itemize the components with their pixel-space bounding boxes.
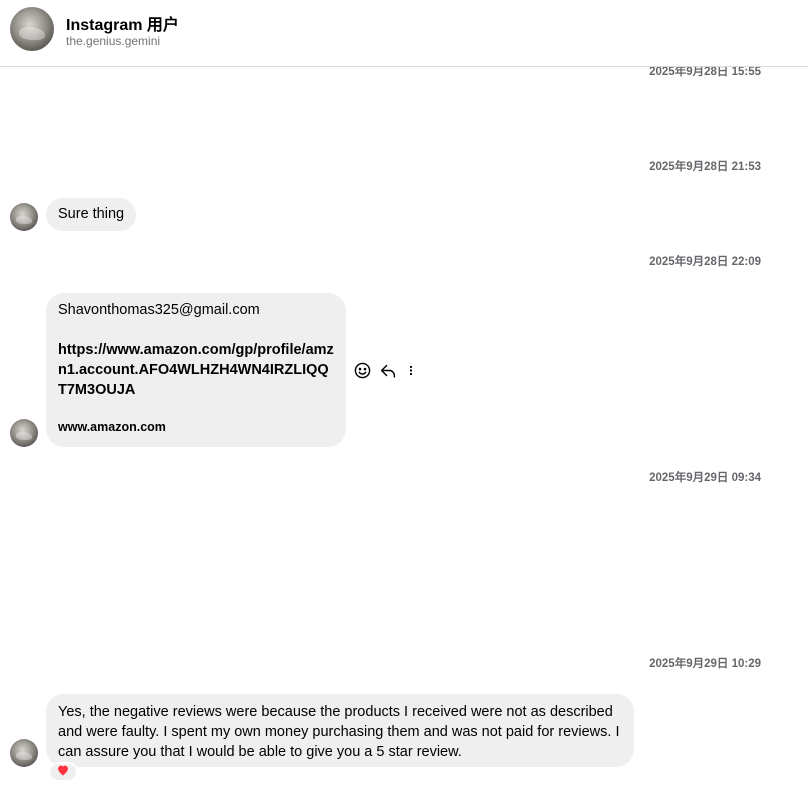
- message-text: Yes, the negative reviews were because t…: [58, 704, 620, 760]
- sender-avatar[interactable]: [10, 739, 38, 767]
- smiley-icon[interactable]: [354, 362, 371, 379]
- message-bubble[interactable]: Shavonthomas325@gmail.com https://www.am…: [46, 293, 346, 447]
- message-text: Sure thing: [58, 206, 125, 222]
- sender-avatar[interactable]: [10, 419, 38, 447]
- contact-name[interactable]: Instagram 用户: [66, 11, 179, 35]
- message-email: Shavonthomas325@gmail.com: [58, 302, 260, 318]
- message-reaction[interactable]: [48, 762, 78, 782]
- contact-handle: the.genius.gemini: [66, 34, 161, 48]
- sender-avatar[interactable]: [10, 203, 38, 231]
- message-link[interactable]: https://www.amazon.com/gp/profile/amzn1.…: [58, 340, 334, 400]
- message-actions: [354, 360, 417, 380]
- timestamp: 2025年9月28日 22:09: [649, 256, 761, 268]
- link-preview-domain[interactable]: www.amazon.com: [58, 417, 334, 437]
- more-options-icon[interactable]: [405, 362, 417, 379]
- conversation-header: Instagram 用户 the.genius.gemini: [0, 0, 808, 67]
- reply-icon[interactable]: [379, 362, 397, 379]
- heart-icon: [56, 763, 70, 781]
- timestamp: 2025年9月29日 09:34: [649, 472, 761, 484]
- message-bubble[interactable]: Sure thing: [46, 198, 137, 231]
- timestamp: 2025年9月28日 21:53: [649, 161, 761, 173]
- message-bubble[interactable]: Yes, the negative reviews were because t…: [46, 694, 634, 767]
- timestamp: 2025年9月29日 10:29: [649, 658, 761, 670]
- header-avatar[interactable]: [10, 7, 54, 51]
